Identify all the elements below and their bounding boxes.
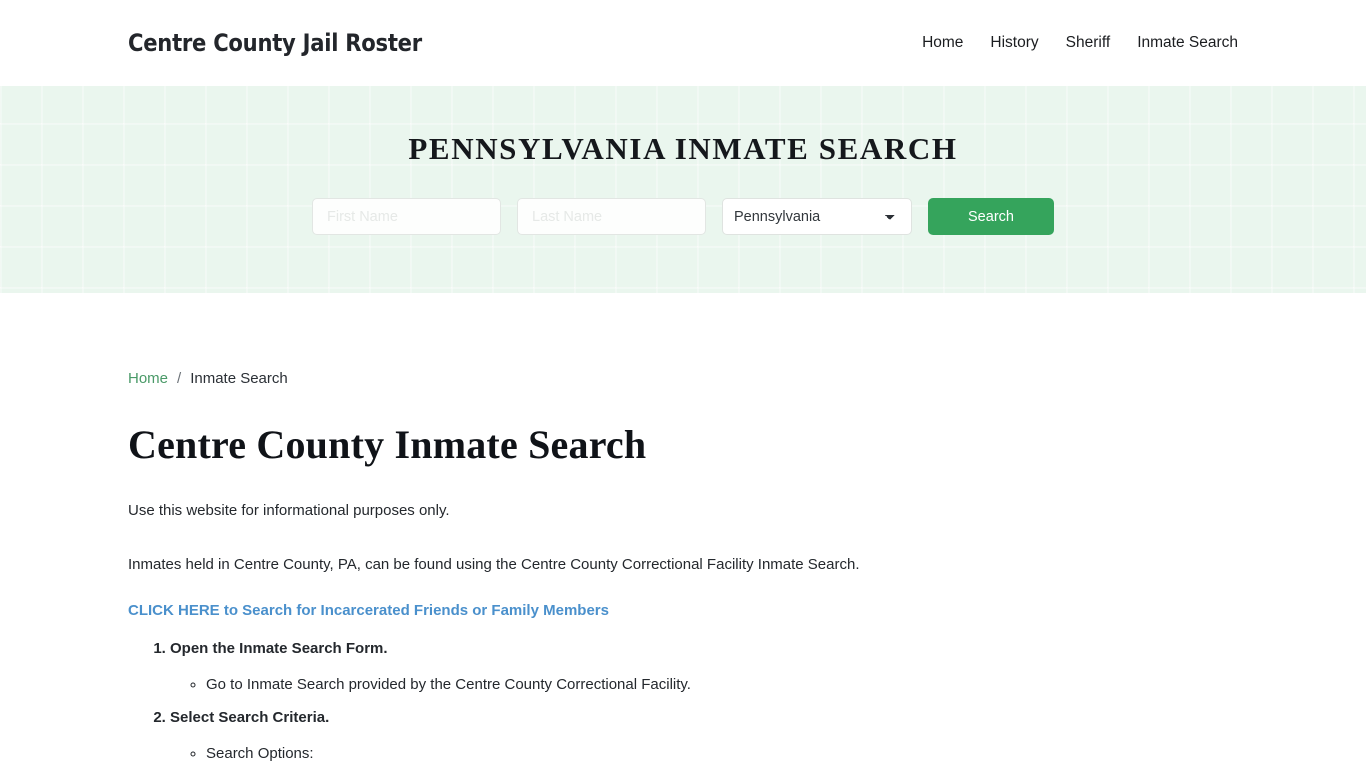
site-brand: Centre County Jail Roster xyxy=(128,29,422,57)
breadcrumb-separator: / xyxy=(177,370,182,387)
breadcrumb-current: Inmate Search xyxy=(190,370,288,387)
nav-item-history[interactable]: History xyxy=(990,34,1038,52)
cta-search-link[interactable]: CLICK HERE to Search for Incarcerated Fr… xyxy=(128,602,609,619)
step-sub-list: Go to Inmate Search provided by the Cent… xyxy=(170,674,1238,697)
first-name-input[interactable] xyxy=(312,198,501,235)
main-content: Home / Inmate Search Centre County Inmat… xyxy=(0,293,1366,768)
hero-banner: PENNSYLVANIA INMATE SEARCH Pennsylvania … xyxy=(0,86,1366,293)
main-navigation: Home History Sheriff Inmate Search xyxy=(922,34,1238,52)
step-label: Select Search Criteria. xyxy=(170,708,330,726)
step-label: Open the Inmate Search Form. xyxy=(170,639,388,657)
last-name-input[interactable] xyxy=(517,198,706,235)
nav-item-inmate-search[interactable]: Inmate Search xyxy=(1137,34,1238,52)
site-header: Centre County Jail Roster Home History S… xyxy=(0,0,1366,86)
nav-item-sheriff[interactable]: Sheriff xyxy=(1066,34,1111,52)
nav-item-home[interactable]: Home xyxy=(922,34,963,52)
hero-title: PENNSYLVANIA INMATE SEARCH xyxy=(408,131,958,166)
step-sub-label: Search Options: xyxy=(206,745,314,762)
instruction-steps: Open the Inmate Search Form. Go to Inmat… xyxy=(128,638,1238,768)
search-button[interactable]: Search xyxy=(928,198,1054,235)
inmate-search-form: Pennsylvania Search xyxy=(312,198,1054,235)
step-sub-item: Go to Inmate Search provided by the Cent… xyxy=(206,674,1238,697)
breadcrumb: Home / Inmate Search xyxy=(128,293,1238,387)
intro-paragraph-2: Inmates held in Centre County, PA, can b… xyxy=(128,555,860,573)
state-select[interactable]: Pennsylvania xyxy=(722,198,912,235)
breadcrumb-home-link[interactable]: Home xyxy=(128,370,168,387)
step-sub-list: Search Options: Search by Combined xyxy=(170,743,1238,768)
page-title: Centre County Inmate Search xyxy=(128,422,647,467)
step-item: Open the Inmate Search Form. Go to Inmat… xyxy=(170,638,1238,697)
step-sub-item: Search Options: Search by Combined xyxy=(206,743,1238,768)
step-item: Select Search Criteria. Search Options: … xyxy=(170,707,1238,768)
intro-paragraph-1: Use this website for informational purpo… xyxy=(128,502,450,519)
